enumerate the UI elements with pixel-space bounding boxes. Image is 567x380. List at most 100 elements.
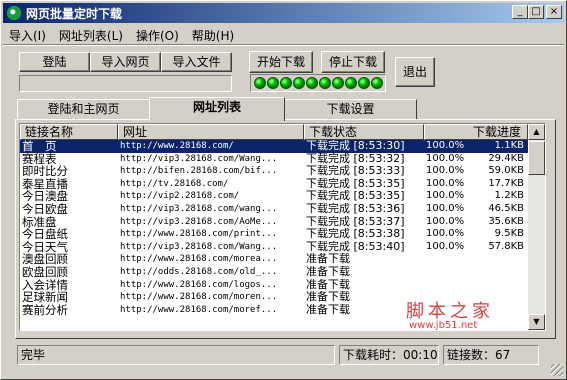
stop-download-button[interactable]: 停止下载 <box>321 51 385 73</box>
close-button[interactable]: × <box>546 5 562 19</box>
import-page-button[interactable]: 导入网页 <box>90 52 161 72</box>
column-header-progress[interactable]: 下载进度 <box>424 124 528 140</box>
status-time: [8:53:36] <box>353 202 405 215</box>
table-row[interactable]: 入会详情 http://www.28168.com/logos... 准备下载 <box>20 279 528 292</box>
progress-size: 9.5KB <box>494 228 524 240</box>
status-link-count: 链接数：67 <box>443 345 539 365</box>
scroll-thumb[interactable] <box>528 141 545 175</box>
cell-name: 今日欧盘 <box>22 202 68 216</box>
status-text: 准备下载 <box>306 303 350 316</box>
main-window: 网页批量定时下载 _ □ × 导入(I) 网址列表(L) 操作(O) 帮助(H)… <box>0 0 567 380</box>
cell-name: 足球新闻 <box>22 291 68 304</box>
resize-grip[interactable] <box>551 364 563 376</box>
cell-url: http://www.28168.com/logos... <box>120 279 278 290</box>
status-time: [8:53:40] <box>353 240 405 253</box>
cell-status: 下载完成 [8:53:40] <box>304 241 424 254</box>
menu-import[interactable]: 导入(I) <box>3 25 53 43</box>
table-row[interactable]: 今日欧盘 http://vip3.28168.com/wang... 下载完成 [8… <box>20 203 528 216</box>
status-message: 完毕 <box>17 345 335 365</box>
progress-percent: 100.0% <box>426 177 465 189</box>
cell-name: 澳盘回顾 <box>22 253 68 266</box>
menu-url-list[interactable]: 网址列表(L) <box>53 25 130 43</box>
cell-status: 下载完成 [8:53:32] <box>304 153 424 166</box>
table-row[interactable]: 今日盘纸 http://www.28168.com/print... 下载完成 [8… <box>20 228 528 241</box>
status-text: 下载完成 <box>306 202 350 215</box>
cell-progress: 100.0% 17.7KB <box>424 178 528 191</box>
status-time: [8:53:33] <box>353 165 405 178</box>
status-time: [8:53:30] <box>353 140 405 152</box>
exit-button[interactable]: 退出 <box>395 57 435 87</box>
table-row[interactable]: 今日天气 http://vip3.28168.com/Wang... 下载完成 [8… <box>20 241 528 254</box>
menu-divider <box>3 44 564 46</box>
cell-name: 首 页 <box>22 140 57 153</box>
minimize-button[interactable]: _ <box>512 5 528 19</box>
cell-status: 准备下载 <box>304 253 424 266</box>
start-download-button[interactable]: 开始下载 <box>249 51 313 73</box>
scroll-down-icon[interactable]: ▼ <box>528 314 545 330</box>
cell-name: 欧盘回顾 <box>22 265 68 279</box>
import-file-button[interactable]: 导入文件 <box>161 52 232 72</box>
cell-url: http://vip2.28168.com/ <box>120 191 240 202</box>
status-text: 下载完成 <box>306 190 350 203</box>
cell-name: 今日盘纸 <box>22 228 68 241</box>
cell-url: http://bifen.28168.com/bif... <box>120 166 278 177</box>
cell-progress <box>424 279 528 292</box>
status-time: [8:53:37] <box>353 215 405 228</box>
progress-bar <box>19 75 232 92</box>
table-row[interactable]: 欧盘回顾 http://odds.28168.com/old_... 准备下载 <box>20 266 528 279</box>
cell-url: http://www.28168.com/moren... <box>120 292 278 303</box>
progress-size: 57.8KB <box>488 240 524 252</box>
cell-name: 赛前分析 <box>22 303 68 317</box>
cell-url: http://www.28168.com/print... <box>120 229 278 240</box>
led-indicator-icon <box>267 77 279 89</box>
cell-name: 入会详情 <box>22 278 68 292</box>
scroll-up-icon[interactable]: ▲ <box>528 124 545 140</box>
progress-size: 46.5KB <box>488 202 524 214</box>
title-bar[interactable]: 网页批量定时下载 _ □ × <box>3 3 564 23</box>
cell-status: 下载完成 [8:53:30] <box>304 140 424 153</box>
led-indicator-icon <box>293 77 305 89</box>
table-row[interactable]: 即时比分 http://bifen.28168.com/bif... 下载完成 [8… <box>20 165 528 178</box>
progress-percent: 100.0% <box>426 240 465 252</box>
table-row[interactable]: 标准盘 http://vip3.28168.com/AoMe... 下载完成 [8:… <box>20 216 528 229</box>
progress-percent: 100.0% <box>426 228 465 240</box>
menu-bar: 导入(I) 网址列表(L) 操作(O) 帮助(H) <box>3 25 241 43</box>
cell-progress: 100.0% 1.1KB <box>424 140 528 153</box>
progress-size: 59.0KB <box>488 165 524 177</box>
status-time: [8:53:38] <box>353 228 405 241</box>
table-row[interactable]: 今日澳盘 http://vip2.28168.com/下载完成 [8:53:35]… <box>20 190 528 203</box>
column-header-status[interactable]: 下载状态 <box>304 124 424 140</box>
menu-operation[interactable]: 操作(O) <box>130 25 186 43</box>
tab-download-settings[interactable]: 下载设置 <box>284 99 417 119</box>
maximize-button[interactable]: □ <box>528 5 544 19</box>
table-row[interactable]: 澳盘回顾 http://www.28168.com/morea... 准备下载 <box>20 253 528 266</box>
status-text: 下载完成 <box>306 228 350 241</box>
menu-help[interactable]: 帮助(H) <box>186 25 241 43</box>
cell-name: 赛程表 <box>22 152 57 166</box>
tab-url-list[interactable]: 网址列表 <box>149 97 285 121</box>
app-icon[interactable] <box>7 6 21 20</box>
tab-login-main[interactable]: 登陆和主网页 <box>17 99 150 119</box>
vertical-scrollbar[interactable]: ▲ ▼ <box>528 124 545 330</box>
login-button[interactable]: 登陆 <box>19 52 90 72</box>
column-header-name[interactable]: 链接名称 <box>20 124 118 140</box>
progress-percent: 100.0% <box>426 202 465 214</box>
table-row[interactable]: 首 页 http://www.28168.com/下载完成 [8:53:30] 10… <box>20 140 528 153</box>
status-text: 准备下载 <box>306 291 350 304</box>
column-header-url[interactable]: 网址 <box>118 124 304 140</box>
cell-status: 准备下载 <box>304 279 424 292</box>
status-time: [8:53:35] <box>353 177 405 190</box>
table-row[interactable]: 赛程表 http://vip3.28168.com/Wang... 下载完成 [8:… <box>20 153 528 166</box>
cell-url: http://www.28168.com/ <box>120 141 234 151</box>
status-time: [8:53:35] <box>353 190 405 203</box>
cell-progress <box>424 253 528 266</box>
status-text: 准备下载 <box>306 265 350 278</box>
cell-status: 下载完成 [8:53:36] <box>304 203 424 216</box>
list-body: 首 页 http://www.28168.com/下载完成 [8:53:30] 10… <box>20 140 528 316</box>
table-row[interactable]: 泰星直播 http://tv.28168.com/下载完成 [8:53:35] 10… <box>20 178 528 191</box>
cell-progress: 100.0% 9.5KB <box>424 228 528 241</box>
led-indicator-icon <box>371 77 383 89</box>
cell-progress: 100.0% 57.8KB <box>424 241 528 254</box>
progress-size: 35.6KB <box>488 215 524 227</box>
led-indicator-icon <box>280 77 292 89</box>
